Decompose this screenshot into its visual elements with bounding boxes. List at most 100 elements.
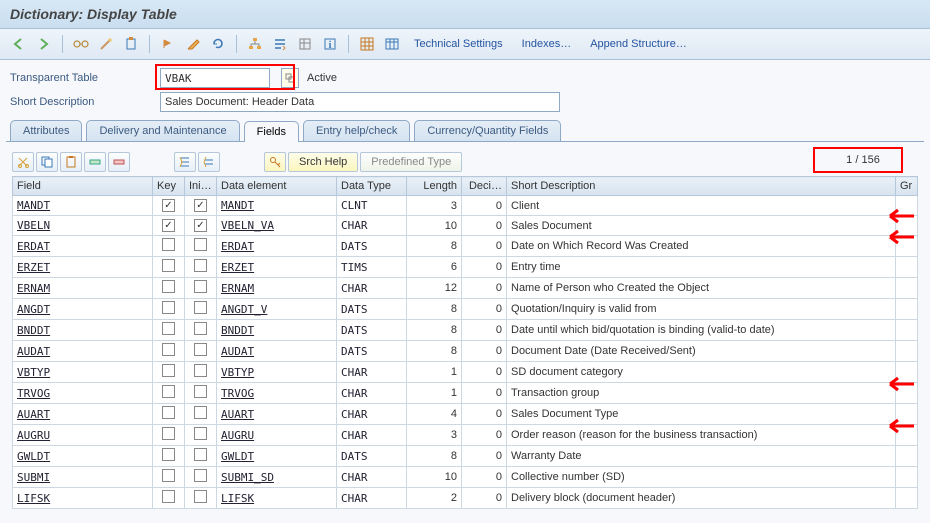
cell-init[interactable]: [185, 362, 217, 383]
cell-key[interactable]: [153, 196, 185, 216]
cell-init[interactable]: [185, 278, 217, 299]
tab-currency[interactable]: Currency/Quantity Fields: [414, 120, 561, 141]
table-row[interactable]: ERZETERZETTIMS60Entry time: [13, 257, 918, 278]
cell-element[interactable]: AUGRU: [217, 425, 337, 446]
col-key[interactable]: Key: [153, 177, 185, 196]
back-icon[interactable]: [8, 33, 30, 55]
cell-element[interactable]: GWLDT: [217, 446, 337, 467]
col-field[interactable]: Field: [13, 177, 153, 196]
cell-field[interactable]: ERNAM: [13, 278, 153, 299]
cell-field[interactable]: MANDT: [13, 196, 153, 216]
cell-init[interactable]: [185, 404, 217, 425]
cell-element[interactable]: VBELN_VA: [217, 216, 337, 236]
append-structure-link[interactable]: Append Structure…: [582, 38, 695, 50]
table-row[interactable]: VBELNVBELN_VACHAR100Sales Document: [13, 216, 918, 236]
cell-key[interactable]: [153, 467, 185, 488]
cell-field[interactable]: AUART: [13, 404, 153, 425]
cell-element[interactable]: ERDAT: [217, 236, 337, 257]
cell-element[interactable]: TRVOG: [217, 383, 337, 404]
search-help-button[interactable]: Srch Help: [288, 152, 358, 172]
cell-init[interactable]: [185, 236, 217, 257]
table-row[interactable]: AUARTAUARTCHAR40Sales Document Type: [13, 404, 918, 425]
table-row[interactable]: BNDDTBNDDTDATS80Date until which bid/quo…: [13, 320, 918, 341]
cell-key[interactable]: [153, 278, 185, 299]
refresh-icon[interactable]: [207, 33, 229, 55]
col-decimals[interactable]: Deci…: [462, 177, 507, 196]
cell-element[interactable]: MANDT: [217, 196, 337, 216]
cell-init[interactable]: [185, 299, 217, 320]
expand-icon[interactable]: [174, 152, 196, 172]
cell-init[interactable]: [185, 257, 217, 278]
cell-key[interactable]: [153, 446, 185, 467]
cell-field[interactable]: AUGRU: [13, 425, 153, 446]
cell-init[interactable]: [185, 383, 217, 404]
glasses-icon[interactable]: [70, 33, 92, 55]
copy-icon[interactable]: [36, 152, 58, 172]
table-row[interactable]: MANDTMANDTCLNT30Client: [13, 196, 918, 216]
cell-key[interactable]: [153, 299, 185, 320]
technical-settings-link[interactable]: Technical Settings: [406, 38, 511, 50]
cell-element[interactable]: VBTYP: [217, 362, 337, 383]
tab-attributes[interactable]: Attributes: [10, 120, 82, 141]
paste-icon[interactable]: [60, 152, 82, 172]
col-datatype[interactable]: Data Type: [337, 177, 407, 196]
cell-init[interactable]: [185, 216, 217, 236]
col-length[interactable]: Length: [407, 177, 462, 196]
cell-field[interactable]: SUBMI: [13, 467, 153, 488]
pencil-icon[interactable]: [182, 33, 204, 55]
cell-key[interactable]: [153, 320, 185, 341]
table-row[interactable]: TRVOGTRVOGCHAR10Transaction group: [13, 383, 918, 404]
short-desc-input[interactable]: [160, 92, 560, 112]
col-element[interactable]: Data element: [217, 177, 337, 196]
cell-field[interactable]: TRVOG: [13, 383, 153, 404]
tab-delivery[interactable]: Delivery and Maintenance: [86, 120, 239, 141]
cell-init[interactable]: [185, 425, 217, 446]
table-row[interactable]: ANGDTANGDT_VDATS80Quotation/Inquiry is v…: [13, 299, 918, 320]
forward-icon[interactable]: [33, 33, 55, 55]
cell-element[interactable]: AUDAT: [217, 341, 337, 362]
cell-init[interactable]: [185, 320, 217, 341]
cell-key[interactable]: [153, 216, 185, 236]
table-row[interactable]: ERDATERDATDATS80Date on Which Record Was…: [13, 236, 918, 257]
cut-icon[interactable]: [12, 152, 34, 172]
cell-field[interactable]: ERZET: [13, 257, 153, 278]
wand-icon[interactable]: [95, 33, 117, 55]
predefined-type-button[interactable]: Predefined Type: [360, 152, 462, 172]
cell-init[interactable]: [185, 446, 217, 467]
key-icon[interactable]: [264, 152, 286, 172]
table-row[interactable]: ERNAMERNAMCHAR120Name of Person who Crea…: [13, 278, 918, 299]
cell-element[interactable]: LIFSK: [217, 488, 337, 509]
cell-key[interactable]: [153, 341, 185, 362]
table-row[interactable]: AUDATAUDATDATS80Document Date (Date Rece…: [13, 341, 918, 362]
table-row[interactable]: AUGRUAUGRUCHAR30Order reason (reason for…: [13, 425, 918, 446]
delete-row-icon[interactable]: [108, 152, 130, 172]
wrap-icon[interactable]: [269, 33, 291, 55]
activate-icon[interactable]: [157, 33, 179, 55]
table-icon[interactable]: [381, 33, 403, 55]
col-group[interactable]: Gr: [896, 177, 918, 196]
cell-init[interactable]: [185, 467, 217, 488]
table-row[interactable]: GWLDTGWLDTDATS80Warranty Date: [13, 446, 918, 467]
indexes-link[interactable]: Indexes…: [514, 38, 580, 50]
info-icon[interactable]: i: [319, 33, 341, 55]
cell-key[interactable]: [153, 404, 185, 425]
cell-init[interactable]: [185, 341, 217, 362]
table-row[interactable]: VBTYPVBTYPCHAR10SD document category: [13, 362, 918, 383]
cell-element[interactable]: SUBMI_SD: [217, 467, 337, 488]
cell-key[interactable]: [153, 425, 185, 446]
struct-icon[interactable]: [294, 33, 316, 55]
cell-element[interactable]: BNDDT: [217, 320, 337, 341]
cell-field[interactable]: AUDAT: [13, 341, 153, 362]
cell-key[interactable]: [153, 383, 185, 404]
clipboard-icon[interactable]: [120, 33, 142, 55]
cell-field[interactable]: ANGDT: [13, 299, 153, 320]
table-row[interactable]: LIFSKLIFSKCHAR20Delivery block (document…: [13, 488, 918, 509]
grid-icon[interactable]: [356, 33, 378, 55]
hierarchy-icon[interactable]: [244, 33, 266, 55]
cell-field[interactable]: LIFSK: [13, 488, 153, 509]
cell-key[interactable]: [153, 236, 185, 257]
insert-row-icon[interactable]: [84, 152, 106, 172]
tab-fields[interactable]: Fields: [244, 121, 299, 142]
cell-field[interactable]: GWLDT: [13, 446, 153, 467]
collapse-icon[interactable]: [198, 152, 220, 172]
